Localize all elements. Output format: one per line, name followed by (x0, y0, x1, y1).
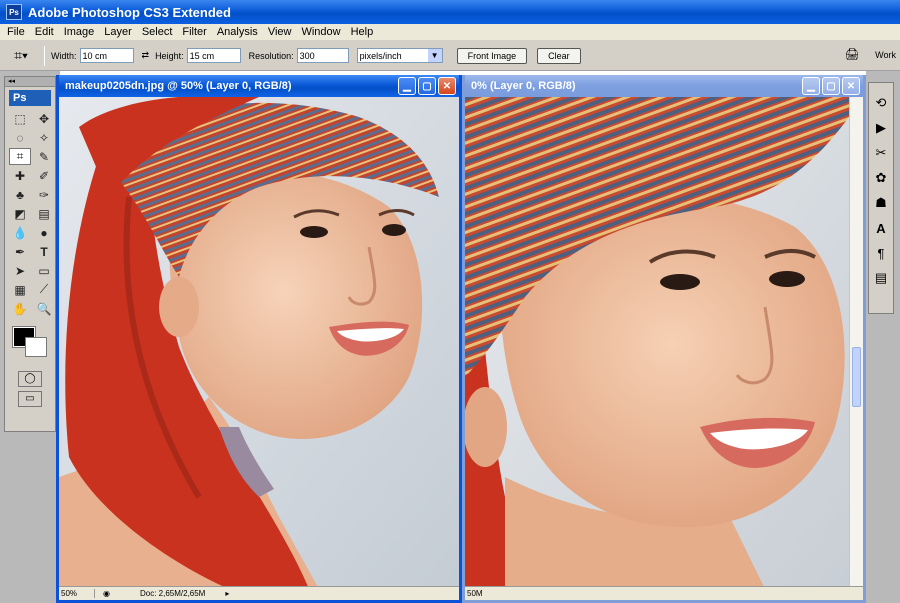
eraser-tool-icon[interactable]: ◩ (9, 205, 31, 222)
maximize-icon[interactable]: ▢ (822, 77, 840, 95)
document-1-title-bar[interactable]: makeup0205dn.jpg @ 50% (Layer 0, RGB/8) … (59, 75, 459, 97)
screen-mode-icon[interactable]: ▭ (18, 391, 42, 407)
chevron-down-icon: ▼ (427, 49, 442, 62)
brushes-panel-icon[interactable]: ✿ (871, 168, 891, 188)
character-panel-icon[interactable]: A (871, 218, 891, 238)
document-window-2[interactable]: 0% (Layer 0, RGB/8) ▁ ▢ ✕ 50M (462, 75, 866, 603)
document-2-title-bar[interactable]: 0% (Layer 0, RGB/8) ▁ ▢ ✕ (465, 75, 863, 97)
resolution-label: Resolution: (248, 50, 294, 61)
menu-analysis[interactable]: Analysis (212, 26, 263, 38)
right-panel-icons: ⟲ ▶ ✂ ✿ ☗ A ¶ ▤ (868, 82, 894, 314)
dodge-tool-icon[interactable]: ● (33, 224, 55, 241)
height-input[interactable] (186, 48, 241, 63)
options-bar: ⌗▾ Width: ⇄ Height: Resolution: pixels/i… (0, 41, 900, 71)
document-2-canvas[interactable] (465, 97, 849, 586)
menu-edit[interactable]: Edit (30, 26, 59, 38)
menu-view[interactable]: View (263, 26, 297, 38)
close-icon[interactable]: ✕ (438, 77, 456, 95)
options-right-group: 🖨 Work (841, 47, 896, 63)
options-divider (44, 45, 45, 66)
document-1-zoom[interactable]: 50% (61, 589, 95, 598)
eyedropper-tool-icon[interactable]: ✎ (33, 148, 55, 165)
height-label: Height: (155, 50, 184, 61)
blur-tool-icon[interactable]: 💧 (9, 224, 31, 241)
resolution-input[interactable] (296, 48, 349, 63)
photoshop-logo-icon: Ps (6, 4, 22, 20)
notes-tool-icon[interactable]: ▦ (9, 281, 31, 298)
menu-window[interactable]: Window (296, 26, 345, 38)
portrait-photo-2 (465, 97, 849, 586)
crop-tool-icon[interactable]: ⌗ (9, 148, 31, 165)
front-image-button[interactable]: Front Image (456, 47, 528, 64)
document-1-status-bar: 50% ◉ Doc: 2,65M/2,65M ▸ (59, 586, 459, 600)
close-icon[interactable]: ✕ (842, 77, 860, 95)
crop-tool-preset-icon[interactable]: ⌗▾ (4, 45, 38, 67)
healing-brush-tool-icon[interactable]: ✚ (9, 167, 31, 184)
menu-file[interactable]: File (2, 26, 30, 38)
width-label: Width: (51, 50, 77, 61)
type-tool-icon[interactable]: T (33, 243, 55, 260)
actions-panel-icon[interactable]: ▶ (871, 118, 891, 138)
history-brush-tool-icon[interactable]: ✑ (33, 186, 55, 203)
swap-dimensions-icon[interactable]: ⇄ (142, 50, 150, 61)
paragraph-panel-icon[interactable]: ¶ (871, 243, 891, 263)
clone-stamp-tool-icon[interactable]: ♣ (9, 186, 31, 203)
toolbox-panel: ◂◂ Ps ⬚ ✥ ◌ ✧ ⌗ ✎ ✚ ✐ ♣ ✑ ◩ ▤ 💧 ● ✒ T ➤ … (4, 76, 56, 432)
gradient-tool-icon[interactable]: ▤ (33, 205, 55, 222)
status-menu-icon[interactable]: ◉ (103, 589, 110, 598)
hand-tool-icon[interactable]: ✋ (9, 300, 31, 317)
shape-tool-icon[interactable]: ▭ (33, 262, 55, 279)
document-2-vertical-scrollbar[interactable] (849, 97, 863, 586)
layer-comps-panel-icon[interactable]: ▤ (871, 268, 891, 288)
palette-well-icon[interactable]: 🖨 (841, 47, 863, 63)
document-2-title: 0% (Layer 0, RGB/8) (471, 80, 576, 92)
toolbox-ps-badge[interactable]: Ps (9, 90, 51, 106)
quick-mask-icon[interactable]: ◯ (18, 371, 42, 387)
pen-tool-icon[interactable]: ✒ (9, 243, 31, 260)
document-1-size: Doc: 2,65M/2,65M (139, 589, 206, 598)
path-selection-tool-icon[interactable]: ➤ (9, 262, 31, 279)
status-arrow-icon[interactable]: ▸ (225, 589, 229, 598)
color-swatches (5, 323, 55, 367)
history-panel-icon[interactable]: ⟲ (871, 93, 891, 113)
background-color-swatch[interactable] (25, 337, 47, 357)
document-2-zoom[interactable]: 50M (467, 589, 483, 598)
eyedropper-sample-tool-icon[interactable]: ⟋ (33, 281, 55, 298)
document-window-1[interactable]: makeup0205dn.jpg @ 50% (Layer 0, RGB/8) … (56, 75, 462, 603)
portrait-photo-1 (59, 97, 459, 586)
lasso-tool-icon[interactable]: ◌ (9, 129, 31, 146)
zoom-tool-icon[interactable]: 🔍 (33, 300, 55, 317)
marquee-tool-icon[interactable]: ⬚ (9, 110, 31, 127)
tool-presets-panel-icon[interactable]: ✂ (871, 143, 891, 163)
tool-grid: ⬚ ✥ ◌ ✧ ⌗ ✎ ✚ ✐ ♣ ✑ ◩ ▤ 💧 ● ✒ T ➤ ▭ ▦ ⟋ … (5, 110, 55, 317)
clear-button[interactable]: Clear (537, 47, 581, 64)
document-2-status-bar: 50M (465, 586, 863, 600)
app-title-bar: Ps Adobe Photoshop CS3 Extended (0, 0, 900, 24)
magic-wand-tool-icon[interactable]: ✧ (33, 129, 55, 146)
document-1-canvas[interactable] (59, 97, 459, 586)
scroll-thumb[interactable] (852, 347, 861, 407)
clone-source-panel-icon[interactable]: ☗ (871, 193, 891, 213)
minimize-icon[interactable]: ▁ (398, 77, 416, 95)
menu-layer[interactable]: Layer (99, 26, 137, 38)
brush-tool-icon[interactable]: ✐ (33, 167, 55, 184)
menu-help[interactable]: Help (346, 26, 379, 38)
toolbox-header[interactable]: ◂◂ (5, 77, 55, 87)
resolution-units-value: pixels/inch (359, 50, 402, 61)
menu-image[interactable]: Image (59, 26, 100, 38)
maximize-icon[interactable]: ▢ (418, 77, 436, 95)
menu-bar: File Edit Image Layer Select Filter Anal… (0, 24, 900, 41)
resolution-units-select[interactable]: pixels/inch ▼ (356, 48, 443, 63)
document-1-title: makeup0205dn.jpg @ 50% (Layer 0, RGB/8) (65, 80, 292, 92)
width-input[interactable] (79, 48, 134, 63)
minimize-icon[interactable]: ▁ (802, 77, 820, 95)
menu-select[interactable]: Select (137, 26, 178, 38)
move-tool-icon[interactable]: ✥ (33, 110, 55, 127)
menu-filter[interactable]: Filter (177, 26, 211, 38)
workspace-label[interactable]: Work (875, 50, 896, 60)
app-title: Adobe Photoshop CS3 Extended (28, 4, 231, 20)
